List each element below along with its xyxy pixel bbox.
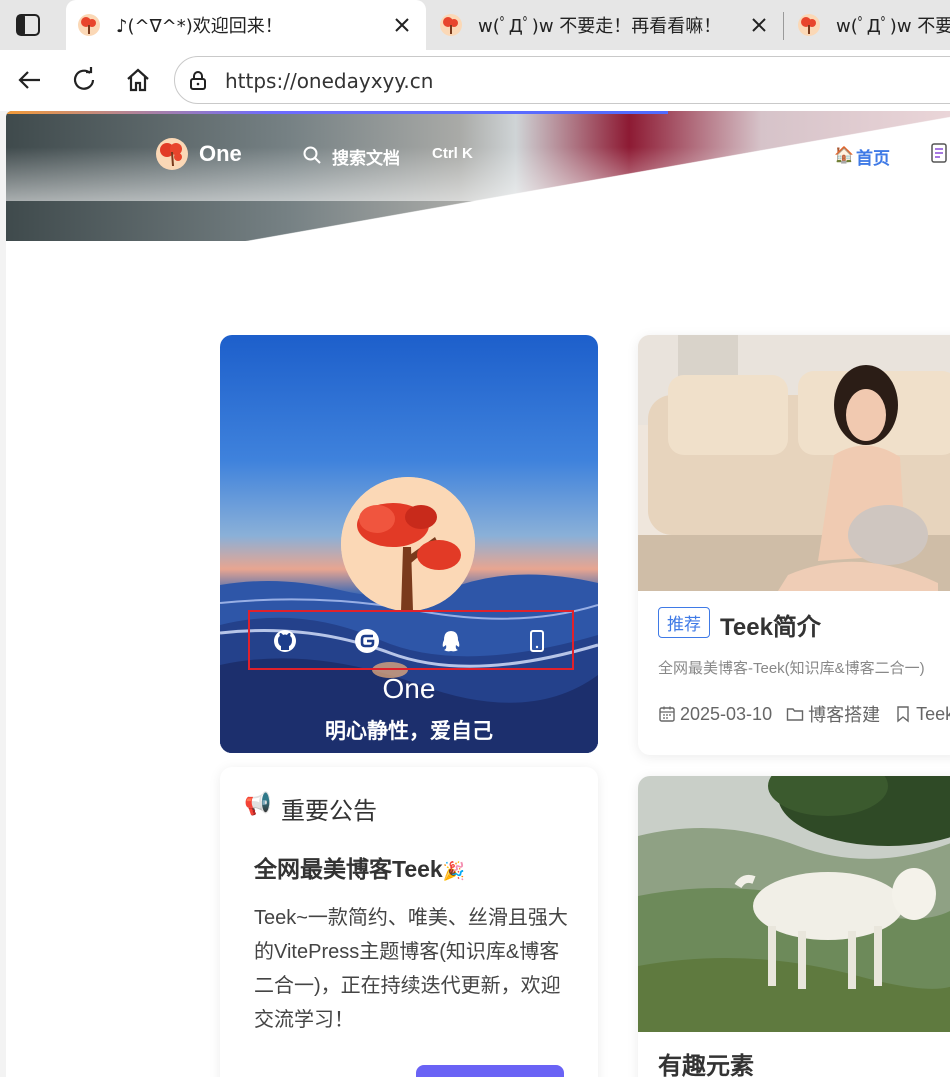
- announcement-title: 全网最美博客Teek🎉: [254, 850, 465, 884]
- close-icon[interactable]: [747, 13, 771, 37]
- announcement-title-text: 全网最美博客Teek: [254, 856, 443, 882]
- search-button[interactable]: 搜索文档: [332, 144, 400, 169]
- document-nav-icon[interactable]: [930, 142, 948, 164]
- site-name[interactable]: One: [199, 141, 242, 167]
- tree-favicon-icon: [78, 14, 100, 36]
- announcement-button[interactable]: [416, 1065, 564, 1077]
- tab-title: ♪(^∇^*)欢迎回来！: [116, 16, 283, 37]
- tab-welcome[interactable]: ♪(^∇^*)欢迎回来！: [66, 0, 426, 50]
- tab-title: w(ﾟДﾟ)w 不要走！再看看嘛！: [478, 16, 722, 37]
- reload-icon[interactable]: [68, 64, 100, 96]
- bookmark-icon: [897, 706, 909, 723]
- tab-bar: ♪(^∇^*)欢迎回来！ w(ﾟДﾟ)w 不要走！再看看嘛！ w(ﾟДﾟ)w 不…: [0, 0, 950, 50]
- profile-name: One: [382, 673, 436, 704]
- tab-actions-icon[interactable]: [14, 12, 42, 38]
- close-icon[interactable]: [390, 13, 414, 37]
- calendar-icon: [659, 706, 675, 722]
- url-text: https://onedayxyy.cn: [225, 69, 434, 93]
- search-icon[interactable]: [303, 146, 321, 164]
- tab-divider: [783, 12, 784, 40]
- profile-card: One 明心静性，爱自己: [220, 335, 598, 753]
- announcement-body: Teek~一款简约、唯美、丝滑且强大的VitePress主题博客(知识库&博客二…: [254, 907, 568, 1031]
- url-field[interactable]: https://onedayxyy.cn: [174, 56, 950, 104]
- post-meta: 2025-03-10 博客搭建 Teek: [658, 701, 950, 727]
- header-fade: [6, 111, 950, 201]
- post-recommend-badge: 推荐: [658, 607, 710, 638]
- post-title[interactable]: 有趣元素: [658, 1046, 754, 1077]
- post-date: 2025-03-10: [680, 703, 773, 724]
- post-card[interactable]: 推荐 Teek简介 全网最美博客-Teek(知识库&博客二合一) 2025-03…: [638, 335, 950, 755]
- megaphone-icon: 📢: [244, 791, 272, 816]
- phone-icon[interactable]: [524, 628, 550, 654]
- post-cover-image[interactable]: [638, 335, 950, 591]
- home-nav-icon: 🏠: [834, 147, 854, 164]
- lock-icon[interactable]: [187, 69, 209, 91]
- home-icon[interactable]: [122, 64, 154, 96]
- tab-title: w(ﾟДﾟ)w 不要走！再看看嘛！: [836, 16, 950, 37]
- nav-home-link[interactable]: 首页: [856, 144, 890, 169]
- post-card[interactable]: 有趣元素: [638, 776, 950, 1077]
- post-tag[interactable]: Teek: [916, 704, 950, 725]
- tab-stay-2[interactable]: w(ﾟДﾟ)w 不要走！再看看嘛！: [786, 0, 950, 50]
- social-links-highlight: [248, 610, 574, 670]
- party-icon: 🎉: [442, 861, 466, 881]
- post-category[interactable]: 博客搭建: [808, 701, 880, 727]
- profile-motto: 明心静性，爱自己: [325, 720, 493, 743]
- qq-icon[interactable]: [438, 628, 464, 654]
- back-icon[interactable]: [14, 64, 46, 96]
- address-bar: https://onedayxyy.cn: [0, 50, 950, 111]
- search-shortcut: Ctrl K: [432, 145, 473, 162]
- announcement-heading: 重要公告: [281, 798, 377, 825]
- github-icon[interactable]: [272, 628, 298, 654]
- tab-stay[interactable]: w(ﾟДﾟ)w 不要走！再看看嘛！: [428, 0, 783, 50]
- loading-progress-bar: [6, 111, 668, 114]
- gitee-icon[interactable]: [354, 628, 380, 654]
- folder-icon: [786, 708, 804, 721]
- web-page: One 搜索文档 Ctrl K 🏠 首页 One 明心静性，爱自己 📢 重要公告…: [6, 111, 950, 1077]
- site-logo-icon[interactable]: [156, 138, 188, 170]
- post-cover-image[interactable]: [638, 776, 950, 1032]
- avatar[interactable]: [341, 477, 475, 611]
- tree-favicon-icon: [440, 14, 462, 36]
- post-description: 全网最美博客-Teek(知识库&博客二合一): [658, 660, 925, 677]
- tree-favicon-icon: [798, 14, 820, 36]
- announcement-card: 📢 重要公告 全网最美博客Teek🎉 Teek~一款简约、唯美、丝滑且强大的Vi…: [220, 767, 598, 1077]
- post-title[interactable]: Teek简介: [720, 607, 821, 642]
